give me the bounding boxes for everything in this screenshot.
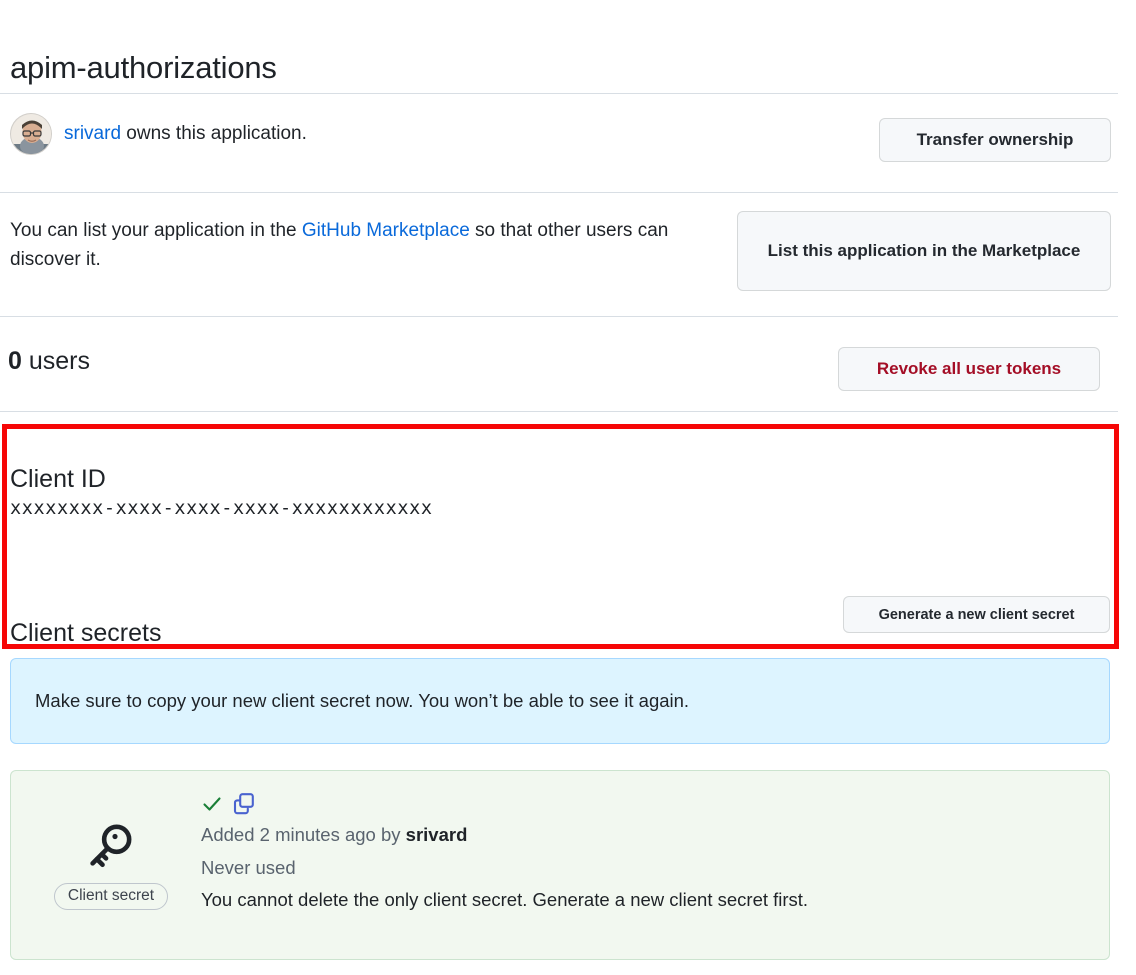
client-secret-card: Client secret Added 2 minutes ago by sri [10, 770, 1110, 960]
client-secrets-heading: Client secrets [10, 618, 161, 648]
secret-added-prefix: Added 2 minutes ago by [201, 824, 406, 845]
client-id-heading: Client ID [10, 464, 106, 494]
check-icon [201, 793, 223, 820]
divider-after-owner [0, 192, 1118, 193]
secret-details: Added 2 minutes ago by srivard Never use… [201, 793, 969, 917]
secret-icon-row [201, 793, 969, 819]
copy-icon[interactable] [233, 792, 255, 821]
copy-secret-info-banner: Make sure to copy your new client secret… [10, 658, 1110, 744]
secret-usage-line: Never used [201, 852, 969, 885]
client-id-value[interactable]: xxxxxxxx-xxxx-xxxx-xxxx-xxxxxxxxxxxx [10, 498, 433, 519]
client-secret-pill-label: Client secret [54, 883, 168, 910]
key-block: Client secret [51, 816, 171, 910]
divider-after-title [0, 93, 1118, 94]
transfer-ownership-button[interactable]: Transfer ownership [879, 118, 1111, 162]
divider-after-users [0, 411, 1118, 412]
github-marketplace-link[interactable]: GitHub Marketplace [302, 220, 470, 241]
secret-delete-note: You cannot delete the only client secret… [201, 884, 969, 917]
divider-after-marketplace [0, 316, 1118, 317]
users-label: users [29, 347, 90, 375]
oauth-app-settings-page: apim-authorizations [0, 0, 1136, 975]
generate-new-client-secret-button[interactable]: Generate a new client secret [843, 596, 1110, 633]
owner-row: srivard owns this application. [10, 113, 307, 155]
key-icon [51, 816, 171, 879]
page-title: apim-authorizations [10, 49, 277, 86]
marketplace-text-before: You can list your application in the [10, 220, 302, 241]
owner-sentence-suffix: owns this application. [121, 123, 307, 144]
owner-username-link[interactable]: srivard [64, 123, 121, 144]
users-count: 0 [8, 347, 22, 375]
marketplace-description: You can list your application in the Git… [10, 216, 732, 275]
user-avatar-photo[interactable] [10, 113, 52, 155]
info-banner-message: Make sure to copy your new client secret… [35, 688, 689, 714]
revoke-all-user-tokens-button[interactable]: Revoke all user tokens [838, 347, 1100, 391]
secret-added-username: srivard [406, 824, 468, 845]
owner-sentence: srivard owns this application. [64, 121, 307, 148]
list-in-marketplace-button[interactable]: List this application in the Marketplace [737, 211, 1111, 291]
secret-added-line: Added 2 minutes ago by srivard [201, 819, 969, 852]
users-heading: 0 users [8, 346, 90, 376]
